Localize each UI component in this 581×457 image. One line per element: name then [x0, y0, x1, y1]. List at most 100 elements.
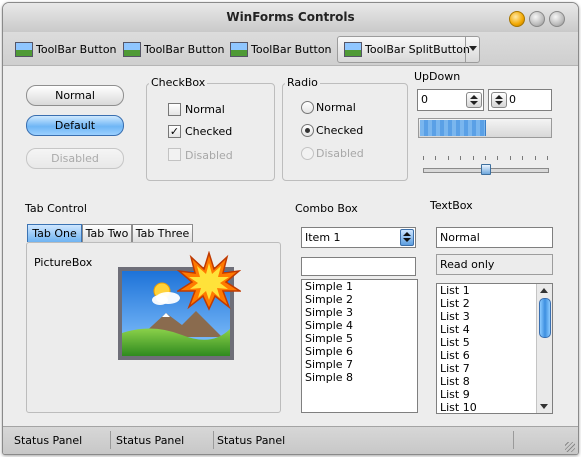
- picturebox-label: PictureBox: [34, 256, 93, 269]
- list-item[interactable]: Simple 5: [302, 332, 417, 345]
- tab-three[interactable]: Tab Three: [132, 224, 193, 242]
- slider-tick: [485, 156, 486, 160]
- list-item[interactable]: List 10: [437, 401, 552, 413]
- list-item[interactable]: List 3: [437, 310, 552, 323]
- resize-grip-icon[interactable]: [565, 442, 575, 452]
- status-panel-2: Status Panel: [116, 434, 185, 447]
- toolbar-split-button[interactable]: ToolBar SplitButton: [337, 36, 480, 63]
- status-divider: [110, 431, 111, 449]
- list-item[interactable]: List 9: [437, 388, 552, 401]
- list-box[interactable]: List 1 List 2 List 3 List 4 List 5 List 6 List…: [436, 283, 553, 414]
- textbox-normal-value: Normal: [440, 231, 480, 244]
- main-window: WinForms Controls ToolBar Button ToolBar…: [2, 2, 579, 455]
- progress-bar: [418, 118, 552, 138]
- combo-box-value: Item 1: [305, 231, 341, 244]
- picture-icon: [15, 41, 33, 57]
- toolbar-split-button-label: ToolBar SplitButton: [365, 43, 470, 56]
- scroll-up-icon[interactable]: [540, 288, 548, 293]
- list-item[interactable]: Simple 8: [302, 371, 417, 384]
- list-item[interactable]: Simple 3: [302, 306, 417, 319]
- checkbox-normal[interactable]: [168, 103, 181, 116]
- toolbar-button-2[interactable]: ToolBar Button: [123, 39, 225, 59]
- toolbar: ToolBar Button ToolBar Button ToolBar Bu…: [3, 32, 578, 66]
- textbox-label: TextBox: [430, 199, 473, 212]
- updown-label: UpDown: [414, 70, 461, 83]
- combo-box-dropdown[interactable]: Item 1: [301, 227, 416, 248]
- numeric-updown-1[interactable]: 0: [417, 89, 484, 111]
- picture-icon: [230, 41, 248, 57]
- default-button[interactable]: Default: [26, 115, 124, 136]
- list-item[interactable]: List 6: [437, 349, 552, 362]
- status-panel-3: Status Panel: [217, 434, 286, 447]
- status-divider: [213, 431, 214, 449]
- slider-tick: [423, 156, 424, 160]
- slider-tick: [448, 156, 449, 160]
- checkbox-checked[interactable]: ✓: [168, 125, 181, 138]
- textbox-readonly[interactable]: Read only: [436, 254, 553, 275]
- list-item[interactable]: List 5: [437, 336, 552, 349]
- toolbar-button-2-label: ToolBar Button: [144, 42, 225, 56]
- progress-fill: [420, 120, 486, 136]
- textbox-readonly-value: Read only: [440, 258, 495, 271]
- minimize-button[interactable]: [509, 11, 525, 27]
- list-item[interactable]: List 7: [437, 362, 552, 375]
- picture-icon: [123, 41, 141, 57]
- checkbox-normal-label: Normal: [185, 103, 225, 116]
- checkbox-disabled: [168, 148, 181, 161]
- slider-tick: [510, 156, 511, 160]
- numeric-updown-2[interactable]: 0: [488, 89, 552, 111]
- close-button[interactable]: [549, 11, 565, 27]
- tab-one[interactable]: Tab One: [27, 224, 82, 242]
- list-item[interactable]: List 2: [437, 297, 552, 310]
- chevron-down-icon[interactable]: [469, 46, 477, 51]
- title-bar[interactable]: WinForms Controls: [3, 3, 578, 32]
- list-item[interactable]: Simple 2: [302, 293, 417, 306]
- list-item[interactable]: List 4: [437, 323, 552, 336]
- toolbar-button-1[interactable]: ToolBar Button: [15, 39, 117, 59]
- status-panel-1: Status Panel: [14, 434, 83, 447]
- toolbar-button-3-label: ToolBar Button: [251, 42, 332, 56]
- list-item[interactable]: Simple 1: [302, 280, 417, 293]
- combo-box-simple-input[interactable]: [301, 257, 416, 276]
- list-box-scrollbar[interactable]: [536, 284, 552, 413]
- disabled-button: Disabled: [26, 148, 124, 169]
- combo-box-label: Combo Box: [295, 202, 358, 215]
- list-item[interactable]: Simple 6: [302, 345, 417, 358]
- status-divider: [513, 431, 514, 449]
- window-title: WinForms Controls: [226, 10, 355, 24]
- scroll-down-icon[interactable]: [540, 404, 548, 409]
- list-item[interactable]: Simple 4: [302, 319, 417, 332]
- checkbox-checked-label: Checked: [185, 125, 233, 138]
- list-item[interactable]: List 8: [437, 375, 552, 388]
- toolbar-button-3[interactable]: ToolBar Button: [230, 39, 332, 59]
- toolbar-button-1-label: ToolBar Button: [36, 42, 117, 56]
- slider-tick: [522, 156, 523, 160]
- checkbox-group-label: CheckBox: [149, 76, 208, 89]
- dropdown-arrows-icon[interactable]: [400, 229, 414, 246]
- scrollbar-thumb[interactable]: [539, 298, 551, 338]
- split-divider: [465, 37, 466, 62]
- radio-disabled-label: Disabled: [316, 147, 364, 160]
- tab-two[interactable]: Tab Two: [82, 224, 132, 242]
- spin-arrows-icon[interactable]: [466, 92, 482, 108]
- numeric-updown-2-value: 0: [509, 93, 516, 106]
- textbox-normal[interactable]: Normal: [436, 227, 553, 248]
- radio-disabled: [301, 147, 314, 160]
- tab-control-label: Tab Control: [25, 202, 87, 215]
- normal-button[interactable]: Normal: [26, 85, 124, 106]
- numeric-updown-1-value: 0: [421, 93, 428, 106]
- maximize-button[interactable]: [529, 11, 545, 27]
- slider-tick: [497, 156, 498, 160]
- slider-tick: [460, 156, 461, 160]
- combo-box-simple-list[interactable]: Simple 1 Simple 2 Simple 3 Simple 4 Simple 5…: [301, 279, 418, 413]
- radio-checked[interactable]: [301, 124, 314, 137]
- spin-arrows-icon[interactable]: [491, 92, 507, 108]
- slider-thumb[interactable]: [481, 164, 491, 175]
- slider-tick: [473, 156, 474, 160]
- list-item[interactable]: Simple 7: [302, 358, 417, 371]
- radio-normal[interactable]: [301, 101, 314, 114]
- picture-icon: [344, 42, 362, 57]
- slider-tick: [435, 156, 436, 160]
- list-item[interactable]: List 1: [437, 284, 552, 297]
- slider-tick: [535, 156, 536, 160]
